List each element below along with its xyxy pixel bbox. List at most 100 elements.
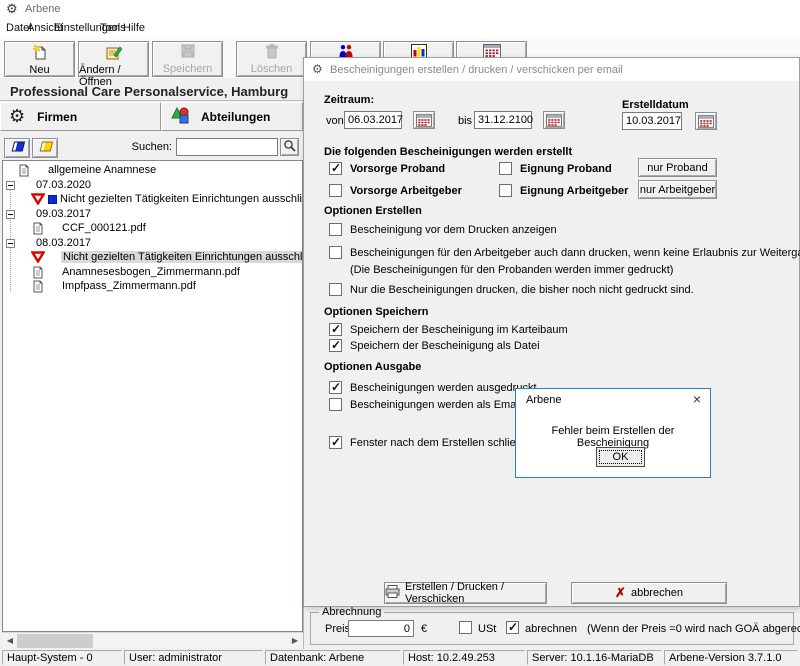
nur-ungedruckte-label: Nur die Bescheinigungen drucken, die bis… xyxy=(350,284,694,296)
erstellen-drucken-button[interactable]: Erstellen / Drucken / Verschicken xyxy=(384,582,547,604)
preis-field[interactable]: 0 xyxy=(348,620,414,637)
ust-checkbox[interactable] xyxy=(459,621,472,634)
fenster-schliessen-label: Fenster nach dem Erstellen schließen xyxy=(350,437,535,449)
vorsorge-proband-checkbox[interactable] xyxy=(329,162,342,175)
trash-icon xyxy=(266,44,278,62)
tree-item-label: Nicht gezielten Tätigkeiten Einrichtunge… xyxy=(61,251,303,263)
save-button: Speichern xyxy=(152,41,223,77)
vorsorge-arbeitgeber-checkbox[interactable] xyxy=(329,184,342,197)
abbrechen-button[interactable]: ✗ abbrechen xyxy=(571,582,727,604)
optionen-erstellen-header: Optionen Erstellen xyxy=(324,205,422,217)
zeitraum-label: Zeitraum: xyxy=(324,94,374,106)
ausgedruckt-checkbox[interactable] xyxy=(329,381,342,394)
eignung-arbeitgeber-label: Eignung Arbeitgeber xyxy=(520,185,628,197)
erstelldatum-calendar-button[interactable] xyxy=(695,112,717,130)
email-anhang-checkbox[interactable] xyxy=(329,398,342,411)
window-title: Arbene xyxy=(25,3,60,15)
tree-row[interactable]: allgemeine Anamnese xyxy=(19,163,156,177)
dialog-gear-icon: ⚙ xyxy=(312,62,323,76)
karteibaum-checkbox[interactable] xyxy=(329,323,342,336)
ausgedruckt-label: Bescheinigungen werden ausgedruckt xyxy=(350,382,537,394)
company-heading: Professional Care Personalservice, Hambu… xyxy=(10,84,303,100)
collapse-expander-icon[interactable] xyxy=(6,181,15,190)
erstelldatum-field[interactable]: 10.03.2017 xyxy=(622,112,682,130)
ok-button[interactable]: OK xyxy=(596,447,645,467)
nur-ungedruckte-checkbox[interactable] xyxy=(329,283,342,296)
tree-item-label: Anamnesesbogen_Zimmermann.pdf xyxy=(62,266,240,278)
tree-row[interactable]: 09.03.2017 xyxy=(6,207,91,221)
tree-row[interactable]: 08.03.2017 xyxy=(6,236,91,250)
new-button-label: Neu xyxy=(29,64,49,76)
tree-row[interactable]: 07.03.2020 xyxy=(6,178,91,192)
vor-drucken-anzeigen-checkbox[interactable] xyxy=(329,223,342,236)
tree-item-label: allgemeine Anamnese xyxy=(48,164,156,176)
window-titlebar: ⚙ Arbene xyxy=(0,0,800,19)
bis-date-field[interactable]: 31.12.2100 xyxy=(474,111,532,129)
tree-row[interactable]: Impfpass_Zimmermann.pdf xyxy=(33,279,196,293)
gear-icon: ⚙ xyxy=(9,106,25,127)
dialog-titlebar[interactable]: ⚙ Bescheinigungen erstellen / drucken / … xyxy=(304,58,799,81)
fenster-schliessen-checkbox[interactable] xyxy=(329,436,342,449)
edit-open-button[interactable]: Ändern / Öffnen xyxy=(78,41,149,77)
nur-proband-button[interactable]: nur Proband xyxy=(638,158,717,177)
scroll-left-arrow[interactable]: ◀ xyxy=(2,633,18,649)
tree-row-selected[interactable]: Nicht gezielten Tätigkeiten Einrichtunge… xyxy=(31,250,303,264)
bis-calendar-button[interactable] xyxy=(543,111,565,129)
tree-horizontal-scrollbar[interactable]: ◀ ▶ xyxy=(2,632,303,648)
erstellen-drucken-label: Erstellen / Drucken / Verschicken xyxy=(405,581,546,605)
statusbar-version: Arbene-Version 3.7.1.0 xyxy=(664,650,798,665)
close-icon[interactable]: × xyxy=(693,391,701,407)
tree-item-label: 08.03.2017 xyxy=(36,237,91,249)
calendar-icon xyxy=(546,114,562,127)
statusbar-user: User: administrator xyxy=(124,650,263,665)
nur-arbeitgeber-button[interactable]: nur Arbeitgeber xyxy=(638,180,717,199)
delete-button: Löschen xyxy=(236,41,307,77)
scroll-right-arrow[interactable]: ▶ xyxy=(287,633,303,649)
search-magnifier-button[interactable] xyxy=(280,138,299,156)
document-icon xyxy=(33,266,43,279)
tree-item-label: Impfpass_Zimmermann.pdf xyxy=(62,280,196,292)
yellow-book-button[interactable] xyxy=(32,138,58,158)
von-date-field[interactable]: 06.03.2017 xyxy=(344,111,402,129)
menu-hilfe[interactable]: Hilfe xyxy=(123,22,145,34)
dialog-title: Bescheinigungen erstellen / drucken / ve… xyxy=(330,64,623,76)
tree-row[interactable]: Nicht gezielten Tätigkeiten Einrichtunge… xyxy=(31,192,303,206)
collapse-expander-icon[interactable] xyxy=(6,239,15,248)
tab-firmen[interactable]: ⚙ Firmen xyxy=(0,102,161,131)
abrechnung-legend: Abrechnung xyxy=(319,606,384,618)
save-button-label: Speichern xyxy=(163,63,213,75)
edit-notepad-icon xyxy=(106,44,122,63)
arbeitgeber-drucken-note: (Die Bescheinigungen für den Probanden w… xyxy=(350,264,673,276)
tree-row[interactable]: Anamnesesbogen_Zimmermann.pdf xyxy=(33,265,240,279)
tree-row[interactable]: CCF_000121.pdf xyxy=(33,221,146,235)
abrechnung-groupbox: Abrechnung Preis 0 € USt abrechnen (Wenn… xyxy=(310,612,794,645)
als-datei-label: Speichern der Bescheinigung als Datei xyxy=(350,340,540,352)
error-dialog: Arbene × Fehler beim Erstellen der Besch… xyxy=(515,388,711,478)
arbeitgeber-drucken-checkbox[interactable] xyxy=(329,246,342,259)
eignung-proband-checkbox[interactable] xyxy=(499,162,512,175)
menu-tools[interactable]: Tools xyxy=(100,22,126,34)
tab-abteilungen[interactable]: Abteilungen xyxy=(161,102,303,131)
collapse-expander-icon[interactable] xyxy=(6,210,15,219)
optionen-speichern-header: Optionen Speichern xyxy=(324,306,429,318)
vorsorge-arbeitgeber-label: Vorsorge Arbeitgeber xyxy=(350,185,462,197)
eignung-arbeitgeber-checkbox[interactable] xyxy=(499,184,512,197)
tree-item-label: Nicht gezielten Tätigkeiten Einrichtunge… xyxy=(60,193,303,205)
von-label: von xyxy=(326,115,344,127)
bis-label: bis xyxy=(458,115,472,127)
calendar-icon xyxy=(416,114,432,127)
eignung-proband-label: Eignung Proband xyxy=(520,163,612,175)
abrechnen-checkbox[interactable] xyxy=(506,621,519,634)
currency-label: € xyxy=(421,623,427,635)
blue-book-button[interactable] xyxy=(4,138,30,158)
als-datei-checkbox[interactable] xyxy=(329,339,342,352)
new-button[interactable]: Neu xyxy=(4,41,75,77)
menubar: Datei Ansicht Einstellungen Tools Hilfe xyxy=(0,19,800,38)
app-window: { "window": { "title": "Arbene", "menu":… xyxy=(0,0,800,666)
scrollbar-thumb[interactable] xyxy=(17,634,93,648)
von-calendar-button[interactable] xyxy=(413,111,435,129)
search-input[interactable] xyxy=(176,138,278,156)
yellow-book-icon xyxy=(37,140,54,156)
statusbar-server: Server: 10.1.16-MariaDB xyxy=(527,650,662,665)
error-dialog-title: Arbene xyxy=(526,394,561,406)
